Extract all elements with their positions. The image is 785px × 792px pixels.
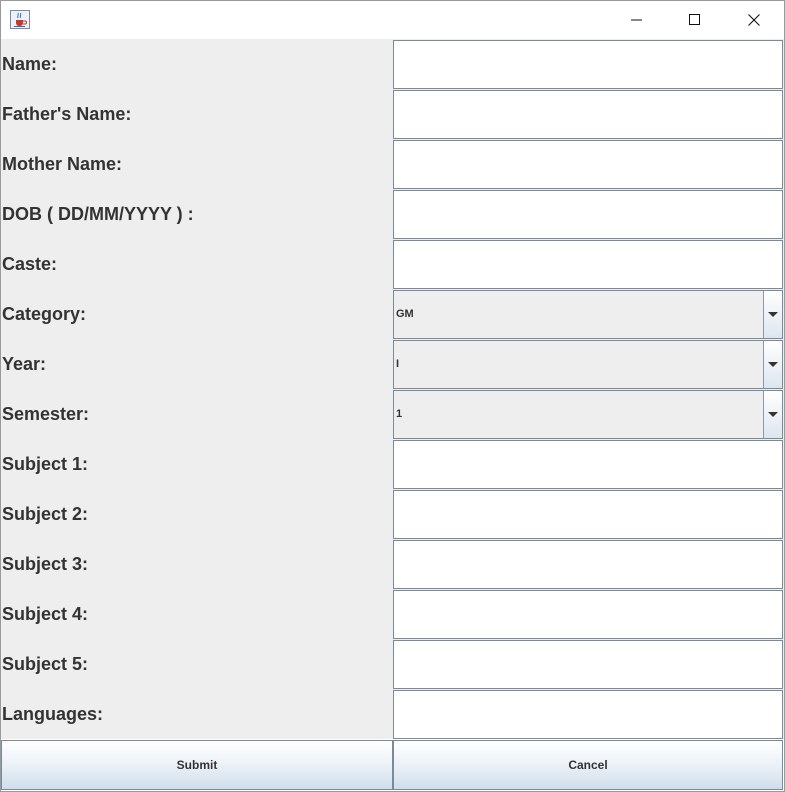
java-cup-icon[interactable] xyxy=(10,10,30,29)
name-label: Name: xyxy=(2,54,58,74)
caste-field[interactable] xyxy=(393,240,783,289)
registration-form: Name: Father's Name: Mother Name: DOB ( … xyxy=(1,39,784,739)
mother-name-field[interactable] xyxy=(393,140,783,189)
row-languages: Languages: xyxy=(1,689,784,739)
subject-3-field[interactable] xyxy=(393,540,783,589)
subject-5-label: Subject 5: xyxy=(2,654,89,674)
mother-name-label: Mother Name: xyxy=(2,154,123,174)
languages-label: Languages: xyxy=(2,704,104,724)
dob-field[interactable] xyxy=(393,190,783,239)
close-icon xyxy=(748,14,760,26)
subject-4-field[interactable] xyxy=(393,590,783,639)
row-name: Name: xyxy=(1,39,784,89)
row-dob: DOB ( DD/MM/YYYY ) : xyxy=(1,189,784,239)
row-fathers-name: Father's Name: xyxy=(1,89,784,139)
maximize-icon xyxy=(689,14,700,25)
minimize-button[interactable] xyxy=(608,1,666,39)
year-select[interactable]: I xyxy=(393,340,783,389)
row-subject-1: Subject 1: xyxy=(1,439,784,489)
close-button[interactable] xyxy=(725,1,783,39)
chevron-down-icon[interactable] xyxy=(763,341,782,388)
maximize-button[interactable] xyxy=(666,1,724,39)
row-category: Category: GM xyxy=(1,289,784,339)
category-label: Category: xyxy=(2,304,87,324)
row-semester: Semester: 1 xyxy=(1,389,784,439)
subject-1-label: Subject 1: xyxy=(2,454,89,474)
dob-label: DOB ( DD/MM/YYYY ) : xyxy=(2,204,194,224)
row-subject-3: Subject 3: xyxy=(1,539,784,589)
category-select[interactable]: GM xyxy=(393,290,783,339)
chevron-down-icon[interactable] xyxy=(763,291,782,338)
fathers-name-field[interactable] xyxy=(393,90,783,139)
row-mother-name: Mother Name: xyxy=(1,139,784,189)
name-field[interactable] xyxy=(393,40,783,89)
minimize-icon xyxy=(631,19,642,21)
subject-2-field[interactable] xyxy=(393,490,783,539)
semester-label: Semester: xyxy=(2,404,90,424)
application-window: Name: Father's Name: Mother Name: DOB ( … xyxy=(0,0,785,792)
subject-2-label: Subject 2: xyxy=(2,504,89,524)
semester-select[interactable]: 1 xyxy=(393,390,783,439)
subject-5-field[interactable] xyxy=(393,640,783,689)
row-caste: Caste: xyxy=(1,239,784,289)
subject-4-label: Subject 4: xyxy=(2,604,89,624)
title-bar[interactable] xyxy=(1,1,784,39)
cancel-button[interactable]: Cancel xyxy=(393,740,783,790)
chevron-down-icon[interactable] xyxy=(763,391,782,438)
year-selected-value: I xyxy=(396,358,400,370)
semester-selected-value: 1 xyxy=(396,408,403,420)
row-year: Year: I xyxy=(1,339,784,389)
row-subject-2: Subject 2: xyxy=(1,489,784,539)
button-bar: Submit Cancel xyxy=(1,739,784,791)
row-subject-5: Subject 5: xyxy=(1,639,784,689)
subject-3-label: Subject 3: xyxy=(2,554,89,574)
row-subject-4: Subject 4: xyxy=(1,589,784,639)
subject-1-field[interactable] xyxy=(393,440,783,489)
submit-button[interactable]: Submit xyxy=(1,740,393,790)
category-selected-value: GM xyxy=(396,308,414,320)
fathers-name-label: Father's Name: xyxy=(2,104,132,124)
year-label: Year: xyxy=(2,354,47,374)
languages-field[interactable] xyxy=(393,690,783,739)
caste-label: Caste: xyxy=(2,254,58,274)
